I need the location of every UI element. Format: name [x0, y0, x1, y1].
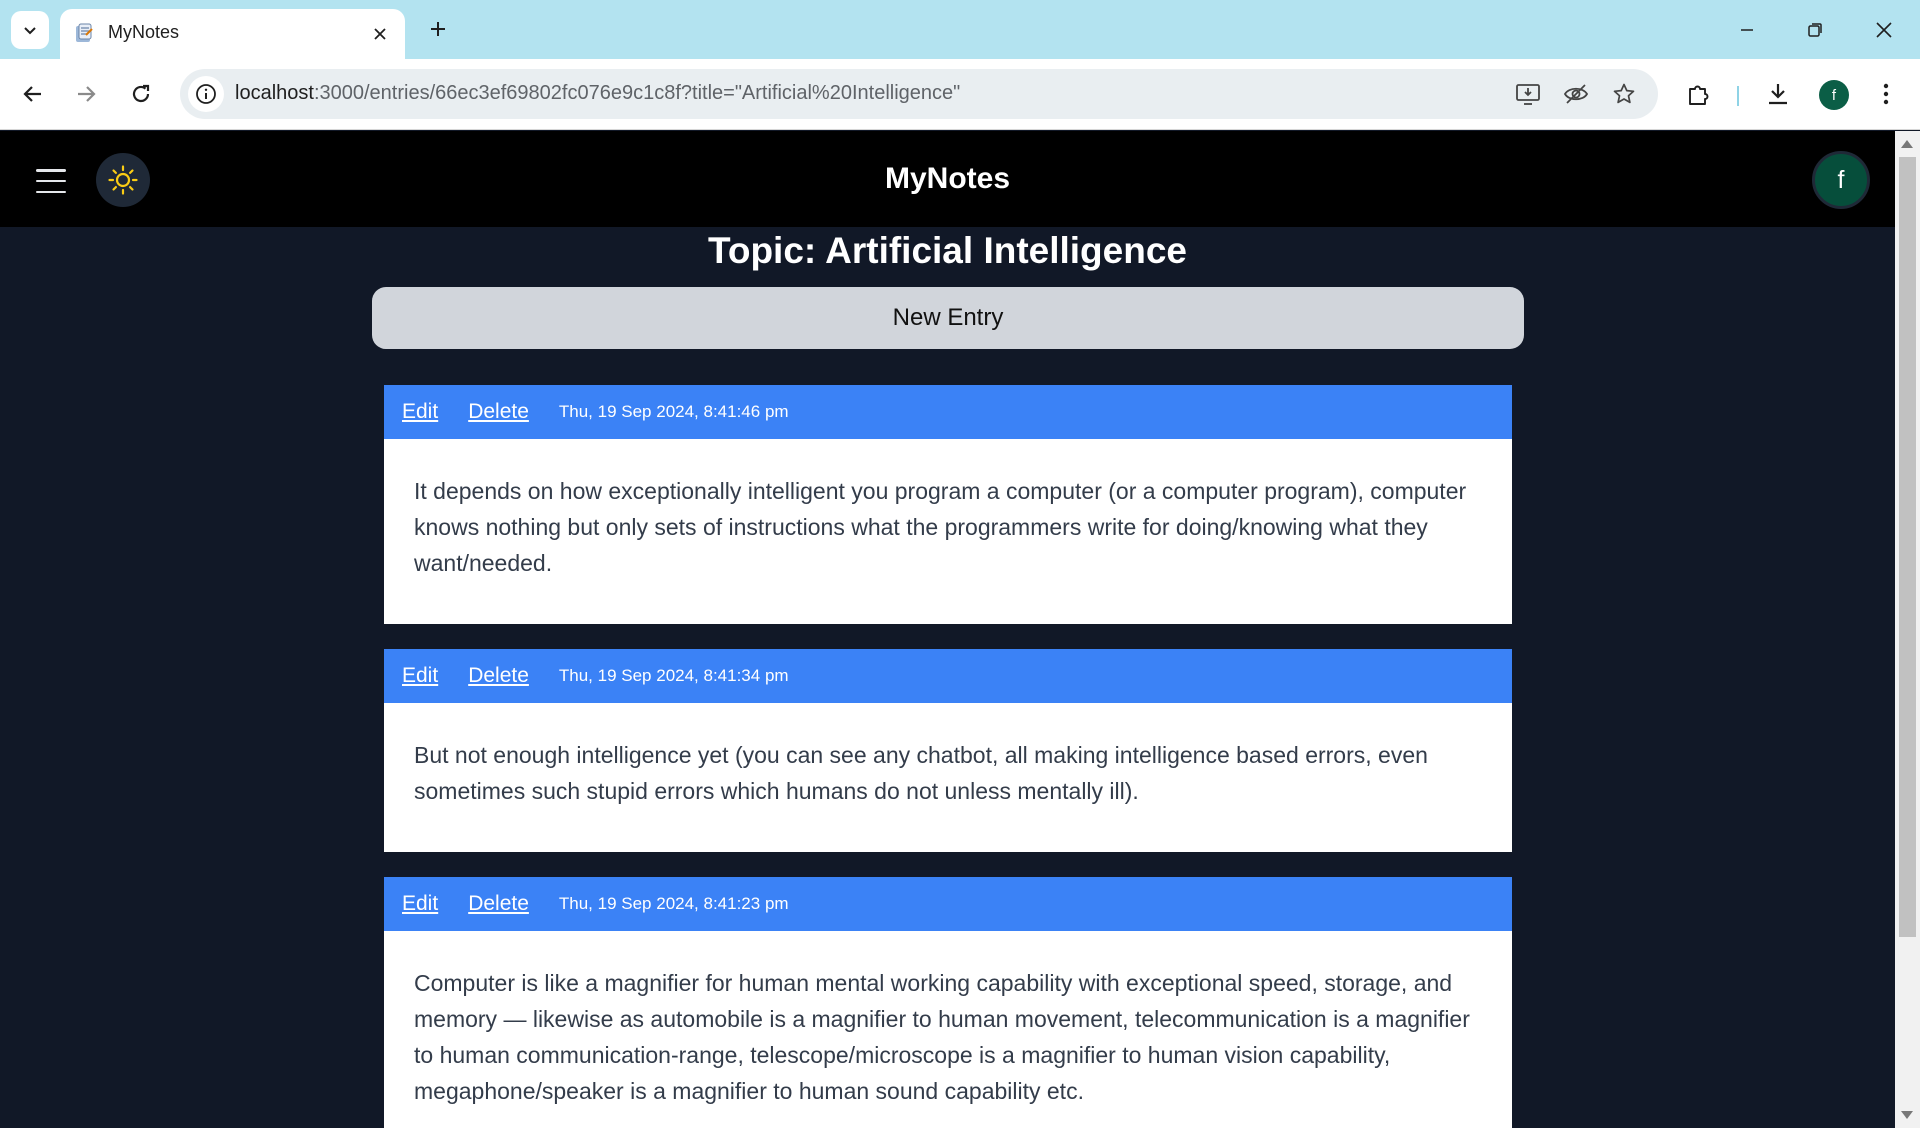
scrollbar-thumb[interactable] — [1899, 157, 1916, 937]
page-scrollbar[interactable] — [1895, 131, 1920, 1128]
new-tab-button[interactable] — [420, 11, 456, 47]
entry-text: It depends on how exceptionally intellig… — [414, 478, 1467, 576]
browser-menu-button[interactable] — [1868, 76, 1904, 112]
star-icon — [1613, 83, 1635, 104]
delete-link[interactable]: Delete — [468, 892, 529, 916]
arrow-left-icon — [23, 86, 41, 102]
menu-button[interactable] — [36, 169, 66, 193]
download-icon — [1769, 84, 1787, 105]
close-icon — [1876, 22, 1892, 38]
url-host: localhost — [235, 82, 314, 104]
reload-button[interactable] — [120, 73, 162, 115]
toolbar-separator — [1737, 86, 1739, 106]
app-title: MyNotes — [884, 162, 1011, 195]
user-avatar[interactable]: f — [1812, 151, 1870, 209]
page-viewport: MyNotes f Topic: Artificial Intelligence… — [0, 131, 1895, 1128]
url-path: :3000/entries/66ec3ef69802fc076e9c1c8f?t… — [313, 82, 961, 104]
app-header: MyNotes f — [0, 131, 1895, 227]
reload-icon — [132, 84, 150, 103]
scroll-up-arrow-icon[interactable] — [1901, 140, 1913, 148]
restore-icon — [1808, 23, 1822, 37]
puzzle-icon — [1689, 85, 1709, 105]
entry-header: Edit Delete Thu, 19 Sep 2024, 8:41:34 pm — [384, 649, 1512, 703]
theme-toggle-button[interactable] — [96, 153, 150, 207]
page-title: Topic: Artificial Intelligence — [707, 230, 1187, 271]
arrow-right-icon — [78, 86, 96, 102]
notes-favicon-icon — [76, 23, 93, 42]
delete-link[interactable]: Delete — [468, 664, 529, 688]
chevron-down-icon — [24, 27, 36, 35]
address-bar[interactable]: localhost:3000/entries/66ec3ef69802fc076… — [180, 69, 1658, 119]
edit-link[interactable]: Edit — [402, 400, 438, 424]
browser-profile-button[interactable]: f — [1819, 80, 1849, 110]
hamburger-line — [36, 190, 66, 193]
plus-icon — [431, 22, 445, 36]
url-text[interactable]: localhost:3000/entries/66ec3ef69802fc076… — [235, 82, 960, 105]
entry-card: Edit Delete Thu, 19 Sep 2024, 8:41:34 pm… — [384, 649, 1512, 852]
eye-off-icon — [1563, 84, 1589, 104]
entry-header: Edit Delete Thu, 19 Sep 2024, 8:41:23 pm — [384, 877, 1512, 931]
minimize-button[interactable] — [1725, 8, 1769, 52]
install-desktop-icon — [1516, 84, 1540, 105]
install-app-button[interactable] — [1512, 78, 1544, 110]
delete-link[interactable]: Delete — [468, 400, 529, 424]
browser-tab[interactable]: MyNotes — [60, 9, 405, 59]
entry-timestamp: Thu, 19 Sep 2024, 8:41:46 pm — [558, 402, 789, 421]
downloads-button[interactable] — [1760, 76, 1796, 112]
entry-text: But not enough intelligence yet (you can… — [414, 742, 1428, 804]
browser-tabstrip: MyNotes — [0, 0, 1920, 59]
entry-text: Computer is like a magnifier for human m… — [414, 970, 1470, 1104]
entry-timestamp: Thu, 19 Sep 2024, 8:41:34 pm — [558, 666, 789, 685]
info-icon — [196, 84, 216, 104]
tracking-protection-button[interactable] — [1560, 78, 1592, 110]
hamburger-line — [36, 169, 66, 172]
sun-icon — [108, 165, 138, 195]
entry-header: Edit Delete Thu, 19 Sep 2024, 8:41:46 pm — [384, 385, 1512, 439]
close-window-button[interactable] — [1862, 8, 1906, 52]
tab-title: MyNotes — [108, 22, 180, 42]
back-button[interactable] — [12, 73, 54, 115]
extensions-button[interactable] — [1681, 76, 1717, 112]
entry-card: Edit Delete Thu, 19 Sep 2024, 8:41:46 pm… — [384, 385, 1512, 624]
minimize-icon — [1741, 29, 1753, 31]
close-icon — [374, 28, 386, 40]
entry-card: Edit Delete Thu, 19 Sep 2024, 8:41:23 pm… — [384, 877, 1512, 1128]
restore-button[interactable] — [1793, 8, 1837, 52]
tab-close-button[interactable] — [367, 21, 393, 47]
scroll-down-arrow-icon[interactable] — [1901, 1111, 1913, 1119]
forward-button[interactable] — [65, 73, 107, 115]
entry-timestamp: Thu, 19 Sep 2024, 8:41:23 pm — [558, 894, 789, 913]
site-info-button[interactable] — [188, 76, 224, 112]
edit-link[interactable]: Edit — [402, 664, 438, 688]
tab-search-button[interactable] — [11, 11, 49, 49]
edit-link[interactable]: Edit — [402, 892, 438, 916]
browser-toolbar: localhost:3000/entries/66ec3ef69802fc076… — [0, 59, 1920, 130]
more-vertical-icon — [1883, 83, 1889, 105]
hamburger-line — [36, 179, 66, 183]
bookmark-button[interactable] — [1608, 78, 1640, 110]
new-entry-button[interactable]: New Entry — [372, 287, 1524, 349]
